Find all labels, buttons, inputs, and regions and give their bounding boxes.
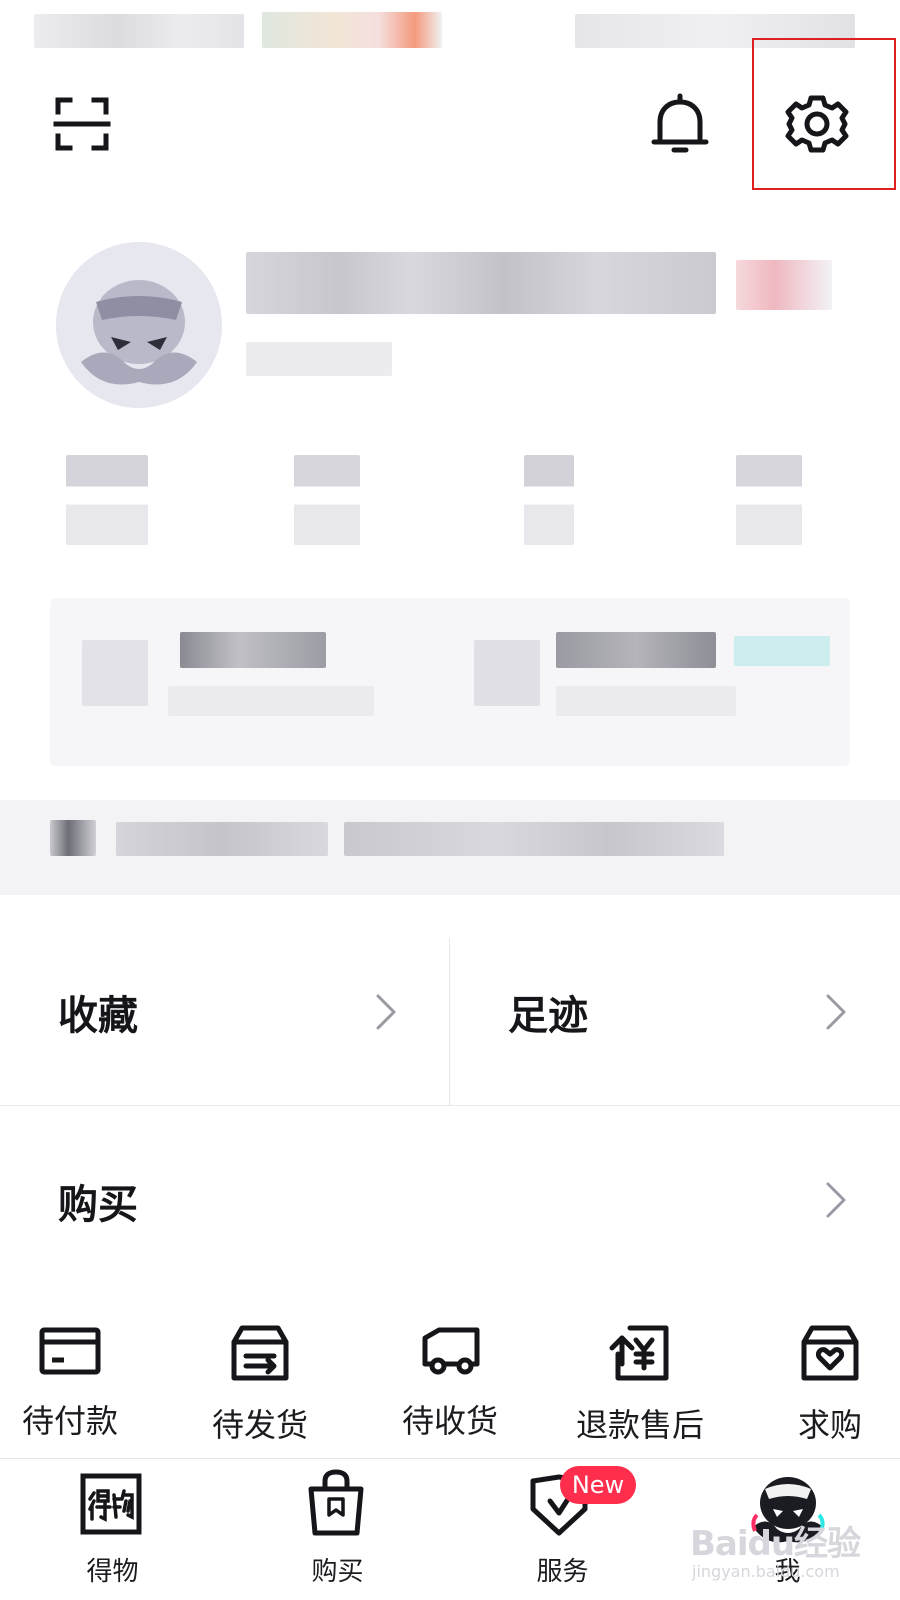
- nav-purchase[interactable]: 购买: [225, 1459, 450, 1600]
- stat-3-blur[interactable]: [524, 455, 574, 545]
- scan-button[interactable]: [52, 94, 112, 154]
- refund-icon: [609, 1325, 669, 1381]
- purchase-label: 购买: [58, 1182, 138, 1228]
- menu-row-favorites-history: 收藏 足迹: [0, 918, 900, 1106]
- status-bar-left-blur: [34, 14, 244, 48]
- card-1-sub-blur: [168, 686, 374, 716]
- truck-icon: [422, 1327, 480, 1375]
- mascot-avatar-icon: [751, 1477, 825, 1543]
- order-status-row: 待付款 待发货 待收货 退款售后 求购: [0, 1310, 900, 1445]
- chevron-right-icon: [826, 1182, 846, 1218]
- stat-1-blur[interactable]: [66, 455, 148, 545]
- user-subtitle-blur: [246, 342, 392, 376]
- shopping-bag-icon: [308, 1469, 364, 1536]
- order-pending-payment[interactable]: 待付款: [0, 1310, 160, 1445]
- nav-dewu-label: 得物: [86, 1557, 139, 1587]
- status-bar-right-blur: [575, 14, 855, 48]
- nav-me-label: 我: [774, 1557, 801, 1587]
- favorites-item[interactable]: 收藏: [0, 918, 450, 1106]
- dewu-logo-icon: [80, 1473, 142, 1535]
- order-pending-receipt-label: 待收货: [401, 1402, 498, 1440]
- stat-4-blur[interactable]: [736, 455, 802, 545]
- bell-icon: [651, 93, 709, 153]
- card-1-title-blur: [180, 632, 326, 668]
- package-icon: [231, 1325, 289, 1381]
- profile-section: [0, 230, 900, 430]
- order-refund-aftersales-label: 退款售后: [575, 1406, 704, 1444]
- banner-text-2-blur: [344, 822, 724, 856]
- username-tag-blur: [736, 260, 832, 310]
- order-refund-aftersales[interactable]: 退款售后: [550, 1310, 730, 1445]
- wishlist-box-icon: [801, 1325, 859, 1381]
- nav-dewu[interactable]: 得物: [0, 1459, 225, 1600]
- promo-cards: [50, 598, 850, 766]
- favorites-label: 收藏: [58, 993, 138, 1039]
- stats-row: [0, 455, 900, 565]
- order-pending-shipment-label: 待发货: [211, 1406, 308, 1444]
- chevron-right-icon: [376, 994, 396, 1030]
- card-icon: [39, 1327, 101, 1375]
- bottom-nav: 得物 购买 服务 我: [0, 1458, 900, 1600]
- notification-button[interactable]: [648, 92, 712, 158]
- new-badge: New: [560, 1466, 636, 1504]
- card-2-sub-blur: [556, 686, 736, 716]
- history-item[interactable]: 足迹: [450, 918, 900, 1106]
- banner-text-1-blur: [116, 822, 328, 856]
- chevron-right-icon: [826, 994, 846, 1030]
- order-wishlist[interactable]: 求购: [740, 1310, 900, 1445]
- gear-icon: [785, 95, 849, 153]
- card-1-icon-blur[interactable]: [82, 640, 148, 706]
- card-2-icon-blur[interactable]: [474, 640, 540, 706]
- avatar[interactable]: [56, 242, 222, 408]
- history-label: 足迹: [508, 993, 588, 1039]
- username-blur: [246, 252, 716, 314]
- nav-purchase-label: 购买: [311, 1557, 364, 1587]
- status-bar: [0, 0, 900, 60]
- scan-icon: [53, 97, 111, 151]
- order-wishlist-label: 求购: [797, 1406, 862, 1444]
- card-2-tag-blur: [734, 636, 830, 666]
- nav-service-label: 服务: [536, 1557, 589, 1587]
- notice-banner[interactable]: [0, 800, 900, 895]
- stat-2-blur[interactable]: [294, 455, 360, 545]
- order-pending-payment-label: 待付款: [21, 1402, 118, 1440]
- banner-icon-blur: [50, 820, 96, 856]
- nav-me[interactable]: 我: [675, 1459, 900, 1600]
- mascot-avatar-icon: [56, 242, 222, 408]
- card-2-title-blur: [556, 632, 716, 668]
- purchase-item[interactable]: 购买: [0, 1106, 900, 1296]
- order-pending-receipt[interactable]: 待收货: [360, 1310, 540, 1445]
- status-bar-mid-blur: [262, 12, 442, 48]
- settings-button[interactable]: [785, 92, 849, 156]
- order-pending-shipment[interactable]: 待发货: [170, 1310, 350, 1445]
- top-bar: [0, 60, 900, 190]
